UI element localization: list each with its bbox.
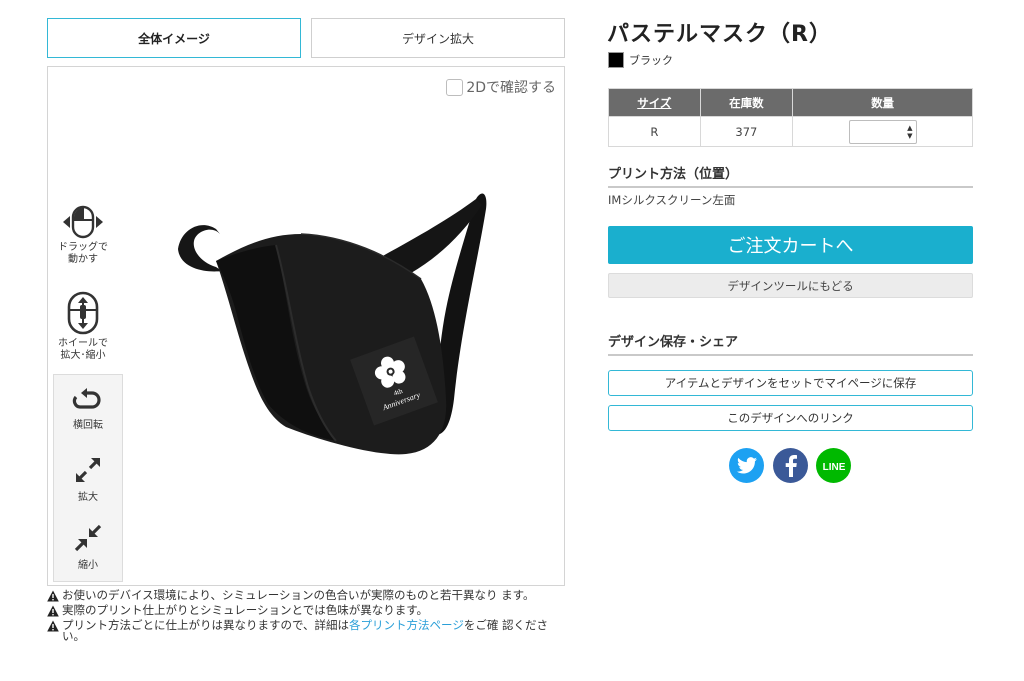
notes: お使いのデバイス環境により、シミュレーションの色合いが実際のものと若干異なり ま…	[47, 588, 565, 646]
table-header-row: サイズ 在庫数 数量	[608, 88, 973, 117]
shrink-icon	[74, 524, 102, 552]
checkbox-icon[interactable]	[446, 78, 464, 96]
back-to-design-tool-button[interactable]: デザインツールにもどる	[608, 273, 973, 298]
tab-design-zoom[interactable]: デザイン拡大	[311, 18, 565, 58]
twitter-icon	[736, 457, 757, 474]
qty-cell: ▲ ▼	[792, 116, 973, 147]
rotate-button[interactable]: 横回転	[54, 387, 122, 431]
mouse-drag-icon	[63, 205, 103, 239]
color-name: ブラック	[629, 54, 673, 67]
stock-header: 在庫数	[699, 88, 794, 117]
tab-overall-image[interactable]: 全体イメージ	[47, 18, 301, 58]
rotate-label: 横回転	[73, 420, 103, 431]
shrink-label: 縮小	[78, 560, 98, 571]
note-item: プリント方法ごとに仕上がりは異なりますので、詳細は各プリント方法ページをご確 認…	[47, 618, 565, 642]
line-icon-label: LINE	[822, 462, 845, 473]
stock-cell: 377	[699, 116, 794, 147]
warning-icon	[47, 590, 59, 602]
enlarge-icon	[76, 458, 100, 482]
line-share-button[interactable]: LINE	[816, 448, 851, 483]
note-text-1: お使いのデバイス環境により、シミュレーションの色合いが実際のものと若干異なり ま…	[62, 588, 535, 602]
enlarge-label: 拡大	[78, 492, 98, 503]
drag-hint-line1: ドラッグで	[58, 242, 108, 253]
qty-header: 数量	[792, 88, 973, 117]
facebook-icon	[785, 454, 797, 477]
wheel-hint-line2: 拡大･縮小	[60, 350, 106, 361]
note-text-2: 実際のプリント仕上がりとシミュレーションとでは色味が異なります。	[62, 603, 429, 617]
note-item: お使いのデバイス環境により、シミュレーションの色合いが実際のものと若干異なり ま…	[47, 588, 565, 602]
share-heading: デザイン保存・シェア	[608, 331, 973, 356]
spinner-icon[interactable]: ▲ ▼	[907, 124, 912, 140]
color-row: ブラック	[608, 52, 673, 68]
save-to-mypage-button[interactable]: アイテムとデザインをセットでマイページに保存	[608, 370, 973, 396]
viewer-control-panel: 横回転 拡大 縮小	[53, 374, 123, 582]
product-title: パステルマスク（R）	[607, 22, 832, 47]
drag-hint-line2: 動かす	[68, 254, 98, 265]
note-text-3a: プリント方法ごとに仕上がりは異なりますので、詳細は	[62, 618, 350, 632]
table-row: R 377 ▲ ▼	[608, 116, 973, 147]
note-item: 実際のプリント仕上がりとシミュレーションとでは色味が異なります。	[47, 603, 565, 617]
design-link-button[interactable]: このデザインへのリンク	[608, 405, 973, 431]
stock-table: サイズ 在庫数 数量 R 377 ▲ ▼	[608, 88, 973, 147]
drag-hint: ドラッグで 動かす	[48, 205, 118, 266]
mask-3d-model[interactable]: 4th Anniversary	[176, 189, 496, 459]
line-icon: LINE	[822, 462, 845, 473]
twitter-share-button[interactable]	[729, 448, 764, 483]
shrink-button[interactable]: 縮小	[54, 523, 122, 571]
warning-icon	[47, 620, 59, 632]
mask-3d-viewer[interactable]: 2Dで確認する ドラッグで 動かす ホイールで 拡大･縮小 横回転 拡大 縮小 …	[47, 66, 565, 586]
print-method-page-link[interactable]: 各プリント方法ページ	[349, 618, 464, 632]
print-method-heading: プリント方法（位置）	[608, 163, 973, 188]
enlarge-button[interactable]: 拡大	[54, 455, 122, 503]
quantity-stepper[interactable]: ▲ ▼	[848, 119, 917, 144]
warning-icon	[47, 605, 59, 617]
size-header[interactable]: サイズ	[608, 88, 701, 117]
rotate-icon	[72, 388, 101, 409]
check-2d-label: 2Dで確認する	[466, 80, 556, 96]
print-method-value: IMシルクスクリーン左面	[608, 193, 736, 207]
wheel-hint-line1: ホイールで	[58, 338, 108, 349]
view-tabs: 全体イメージ デザイン拡大	[47, 18, 565, 58]
color-swatch	[608, 52, 624, 68]
mouse-wheel-icon	[67, 291, 99, 335]
facebook-share-button[interactable]	[773, 448, 808, 483]
size-cell: R	[608, 116, 701, 147]
wheel-hint: ホイールで 拡大･縮小	[48, 291, 118, 362]
check-2d-toggle[interactable]: 2Dで確認する	[446, 77, 556, 97]
size-header-label[interactable]: サイズ	[637, 96, 671, 110]
order-cart-button[interactable]: ご注文カートへ	[608, 226, 973, 264]
